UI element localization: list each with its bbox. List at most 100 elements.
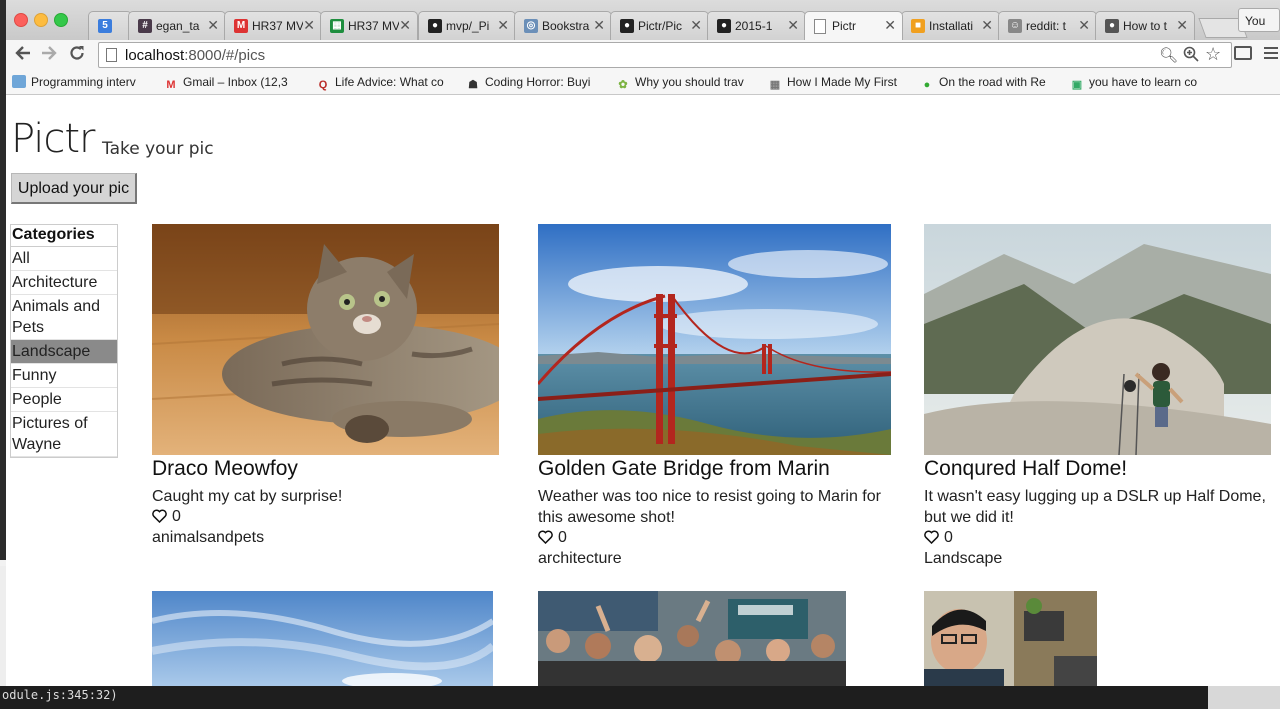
like-control[interactable]: 0	[924, 529, 953, 547]
folder-icon	[12, 75, 26, 88]
grid-icon: ▦	[769, 79, 781, 91]
close-tab-icon[interactable]: ✕	[884, 17, 896, 34]
tab-title: Bookstra	[542, 19, 590, 33]
terminal-line: odule.js:345:32)	[2, 688, 118, 702]
close-tab-icon[interactable]: ✕	[593, 17, 605, 34]
zoom-window-button[interactable]	[54, 13, 68, 27]
gmail-icon: M	[234, 19, 248, 33]
close-tab-icon[interactable]: ✕	[207, 17, 219, 34]
tab-title: HR37 MV	[252, 19, 303, 33]
pictr-page: Pictr Take your pic Upload your pic Cate…	[6, 95, 1280, 686]
tab-1[interactable]: # egan_ta ✕	[128, 11, 226, 40]
like-count: 0	[172, 508, 181, 525]
close-tab-icon[interactable]: ✕	[690, 17, 702, 34]
tab-2[interactable]: M HR37 MV ✕	[224, 11, 322, 40]
minimize-window-button[interactable]	[34, 13, 48, 27]
category-item[interactable]: All	[11, 247, 117, 271]
pic-image-half-dome[interactable]	[924, 224, 1271, 455]
search-icon[interactable]: 🔍︎	[1159, 46, 1178, 64]
bookmark-4[interactable]: ✿ Why you should trav	[616, 75, 758, 92]
tab-title: Pictr	[832, 19, 856, 33]
pic-description: It wasn't easy lugging up a DSLR up Half…	[924, 488, 1266, 526]
tab-7[interactable]: ● 2015-1 ✕	[707, 11, 806, 40]
tab-8[interactable]: Pictr ✕	[804, 11, 903, 40]
circle-icon: ●	[923, 79, 931, 91]
tab-4[interactable]: ● mvp/_Pi ✕	[418, 11, 516, 40]
reload-button[interactable]	[66, 44, 88, 66]
leaf-icon: ✿	[618, 79, 628, 91]
bookmark-1[interactable]: M Gmail – Inbox (12,3	[164, 75, 308, 92]
tab-3[interactable]: ▦ HR37 MV ✕	[320, 11, 418, 40]
sheets-icon: ▦	[330, 19, 344, 33]
pic-title: Conqured Half Dome!	[924, 457, 1128, 480]
gmail-icon: M	[166, 79, 176, 91]
tab-0[interactable]: 5	[88, 11, 132, 40]
category-item[interactable]: Animals and Pets	[11, 295, 117, 340]
tab-title: Installati	[929, 19, 974, 33]
tab-5[interactable]: ◎ Bookstra ✕	[514, 11, 612, 40]
close-tab-icon[interactable]: ✕	[303, 17, 315, 34]
pic-image-golden-gate[interactable]	[538, 224, 891, 455]
pic-image-wayne[interactable]	[924, 591, 1097, 686]
github-icon: ●	[717, 19, 731, 33]
cast-icon[interactable]	[1234, 46, 1252, 60]
bookmark-7[interactable]: ▣ you have to learn co	[1070, 75, 1210, 92]
reddit-icon: ☺	[1008, 19, 1022, 33]
like-control[interactable]: 0	[538, 529, 567, 547]
menu-icon[interactable]	[1264, 47, 1278, 61]
github-icon: ●	[428, 19, 442, 33]
upload-button[interactable]: Upload your pic	[11, 173, 137, 204]
profile-button[interactable]: You	[1238, 8, 1280, 32]
category-item[interactable]: People	[11, 388, 117, 412]
slack-icon: #	[138, 19, 152, 33]
heart-icon	[924, 530, 939, 544]
pic-image-sky[interactable]	[152, 591, 493, 686]
bookmark-2[interactable]: Q Life Advice: What co	[316, 75, 456, 92]
terminal-right-block	[1208, 686, 1280, 709]
close-tab-icon[interactable]: ✕	[1176, 17, 1188, 34]
box-icon: ■	[911, 19, 925, 33]
calendar-icon: 5	[98, 19, 112, 33]
tab-11[interactable]: ● How to t ✕	[1095, 11, 1195, 40]
category-item[interactable]: Pictures of Wayne	[11, 412, 117, 457]
star-icon[interactable]: ☆	[1205, 44, 1221, 65]
forward-button[interactable]	[38, 44, 60, 66]
back-button[interactable]	[12, 44, 34, 66]
pic-category: animalsandpets	[152, 529, 265, 546]
pic-title: Draco Meowfoy	[152, 457, 298, 480]
bookmark-0[interactable]: Programming interv	[12, 75, 156, 89]
category-item[interactable]: Landscape	[11, 340, 117, 364]
bookmark-3[interactable]: ☗ Coding Horror: Buyi	[466, 75, 608, 92]
terminal-status-bar	[0, 686, 1280, 709]
category-item[interactable]: Funny	[11, 364, 117, 388]
bookmark-label: you have to learn co	[1089, 75, 1198, 89]
category-item[interactable]: Architecture	[11, 271, 117, 295]
close-window-button[interactable]	[14, 13, 28, 27]
address-bar[interactable]: localhost:8000/#/pics 🔍︎ ☆	[98, 42, 1232, 68]
close-tab-icon[interactable]: ✕	[1078, 17, 1090, 34]
heart-icon	[152, 509, 167, 523]
categories-list: Categories All Architecture Animals and Pe…	[10, 224, 118, 458]
robot-icon: ▣	[1071, 79, 1083, 91]
arrow-right-icon	[42, 46, 57, 60]
globe-icon: ◎	[524, 19, 538, 33]
tab-6[interactable]: ● Pictr/Pic ✕	[610, 11, 709, 40]
bookmark-label: How I Made My First	[787, 75, 898, 89]
pic-title: Golden Gate Bridge from Marin	[538, 457, 830, 480]
zoom-icon[interactable]	[1183, 46, 1199, 66]
tab-title: How to t	[1123, 19, 1168, 33]
pic-image-crowd[interactable]	[538, 591, 846, 686]
tab-title: 2015-1	[735, 19, 773, 33]
bookmark-5[interactable]: ▦ How I Made My First	[768, 75, 910, 92]
close-tab-icon[interactable]: ✕	[981, 17, 993, 34]
pic-image-cat[interactable]	[152, 224, 499, 455]
close-tab-icon[interactable]: ✕	[399, 17, 411, 34]
pic-category: Landscape	[924, 550, 1003, 567]
close-tab-icon[interactable]: ✕	[497, 17, 509, 34]
tab-title: mvp/_Pi	[446, 19, 490, 33]
bookmark-6[interactable]: ● On the road with Re	[920, 75, 1060, 92]
tab-10[interactable]: ☺ reddit: t ✕	[998, 11, 1097, 40]
close-tab-icon[interactable]: ✕	[787, 17, 799, 34]
like-control[interactable]: 0	[152, 508, 181, 526]
tab-9[interactable]: ■ Installati ✕	[901, 11, 1000, 40]
